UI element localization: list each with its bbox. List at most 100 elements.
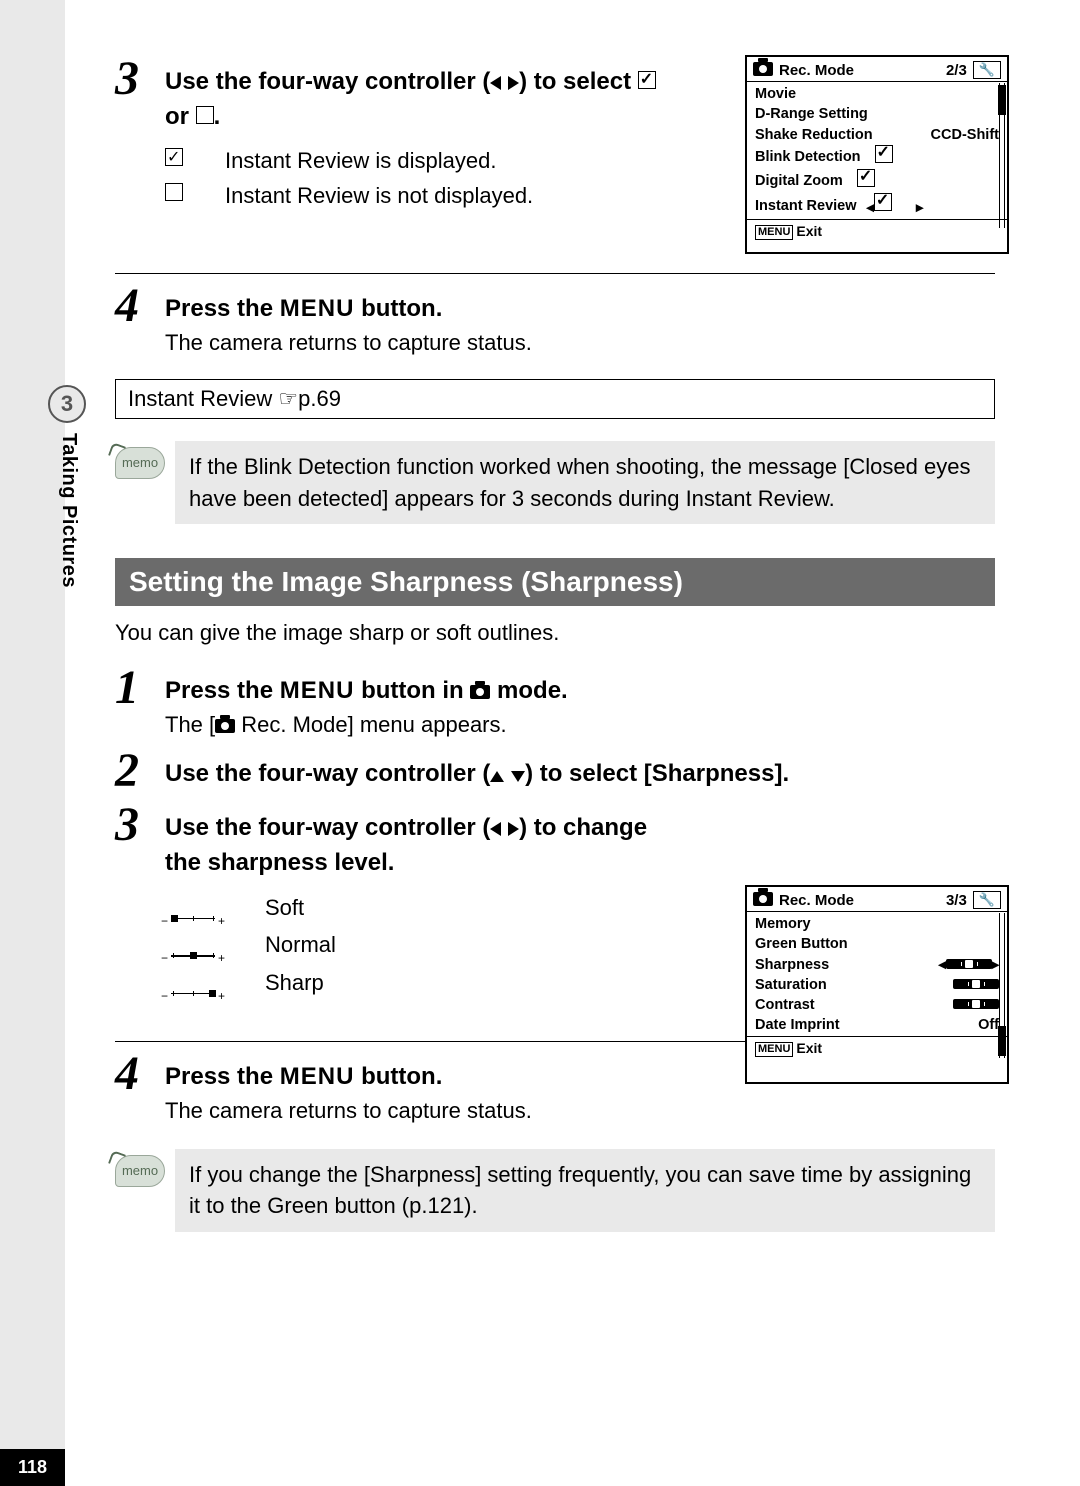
text: ) to select [519, 68, 638, 95]
menu-badge: MENU [755, 225, 793, 240]
checkbox-off-icon [165, 183, 183, 201]
menu-item: D-Range Setting [755, 104, 868, 124]
text: Press the [165, 1063, 280, 1090]
option-on: Instant Review is displayed. [165, 143, 675, 178]
step-number: 1 [115, 664, 165, 712]
divider [115, 273, 995, 274]
section-heading: Setting the Image Sharpness (Sharpness) [115, 558, 995, 606]
step-title: Use the four-way controller ( ) to chang… [165, 814, 647, 876]
tool-tab-icon: 🔧 [973, 891, 1001, 909]
triangle-left-icon [490, 76, 501, 90]
level-label: Normal [265, 926, 336, 963]
memo-text: If you change the [Sharpness] setting fr… [175, 1149, 995, 1233]
menu-item: Green Button [755, 934, 848, 954]
checkbox-on-icon [857, 169, 875, 187]
checkbox-on-icon [874, 193, 892, 211]
text: Rec. Mode] menu appears. [235, 712, 506, 737]
step-title: Press the MENU button. [165, 1063, 442, 1090]
camera-icon [753, 892, 773, 906]
memo-icon: memo [115, 447, 165, 479]
chapter-tab: 3 Taking Pictures [65, 385, 100, 705]
memo-block: memo If you change the [Sharpness] setti… [115, 1149, 995, 1233]
exit-label: Exit [796, 1040, 822, 1056]
text: Use the four-way controller ( [165, 760, 490, 787]
level-sharp: −+ Sharp [165, 964, 675, 1001]
tool-tab-icon: 🔧 [973, 61, 1001, 79]
step-description: The [ Rec. Mode] menu appears. [165, 709, 995, 741]
checkbox-on-icon [638, 71, 656, 89]
menu-badge: MENU [755, 1042, 793, 1057]
menu-item: Contrast [755, 995, 815, 1015]
upper-step-4: 4 Press the MENU button. The camera retu… [115, 282, 995, 359]
memo-block: memo If the Blink Detection function wor… [115, 441, 995, 525]
cross-reference-box: Instant Review ☞p.69 [115, 379, 995, 419]
checkbox-on-icon [165, 148, 183, 166]
screen-title: Rec. Mode [779, 62, 854, 79]
chapter-number-circle: 3 [48, 385, 86, 423]
triangle-up-icon [490, 771, 504, 782]
triangle-right-icon [508, 822, 519, 836]
menu-word: MENU [280, 1063, 355, 1090]
step-number: 4 [115, 1050, 165, 1098]
menu-item: Blink Detection [755, 147, 861, 167]
menu-word: MENU [280, 677, 355, 704]
camera-screen-rec-mode-2: Rec. Mode 2/3 🔧 Movie D-Range Setting Sh… [745, 55, 1009, 254]
level-label: Sharp [265, 964, 324, 1001]
screen-title: Rec. Mode [779, 892, 854, 909]
camera-icon [215, 719, 235, 733]
camera-screen-rec-mode-3: Rec. Mode 3/3 🔧 Memory Green Button Shar… [745, 885, 1009, 1084]
option-text: Instant Review is not displayed. [225, 178, 533, 213]
text: The [ [165, 712, 215, 737]
camera-icon [470, 685, 490, 699]
chapter-title: Taking Pictures [57, 433, 80, 588]
text: Use the four-way controller ( [165, 814, 490, 841]
camera-icon [753, 62, 773, 76]
text: button. [354, 1063, 442, 1090]
menu-word: MENU [280, 295, 355, 322]
menu-item: Saturation [755, 975, 827, 995]
text: . [214, 103, 221, 130]
step-number: 3 [115, 801, 165, 849]
screen-page: 3/3 [946, 892, 967, 909]
step-title: Use the four-way controller ( ) to selec… [165, 760, 789, 787]
slider-icon [953, 979, 999, 989]
level-label: Soft [265, 889, 304, 926]
menu-item: Movie [755, 84, 796, 104]
text: mode. [490, 677, 567, 704]
level-soft: −+ Soft [165, 889, 675, 926]
screen-page: 2/3 [946, 62, 967, 79]
menu-value: CCD-Shift [931, 125, 999, 145]
lower-step-1: 1 Press the MENU button in mode. The [ R… [115, 664, 995, 741]
memo-text: If the Blink Detection function worked w… [175, 441, 995, 525]
step-number: 3 [115, 55, 165, 103]
memo-icon: memo [115, 1155, 165, 1187]
lower-step-2: 2 Use the four-way controller ( ) to sel… [115, 747, 995, 795]
text: button in [354, 677, 470, 704]
checkbox-on-icon [875, 145, 893, 163]
text: button. [354, 295, 442, 322]
triangle-left-icon [490, 822, 501, 836]
page-content: 3 Use the four-way controller ( ) to sel… [115, 55, 995, 1232]
menu-item-selected: Instant Review [755, 196, 857, 216]
page-number: 118 [0, 1449, 65, 1486]
slider-icon [946, 959, 992, 969]
text: Press the [165, 677, 280, 704]
text: ) to select [Sharpness]. [525, 760, 789, 787]
text: Use the four-way controller ( [165, 68, 490, 95]
exit-label: Exit [796, 223, 822, 239]
section-intro: You can give the image sharp or soft out… [115, 620, 995, 646]
option-off: Instant Review is not displayed. [165, 178, 675, 213]
manual-page: 3 Taking Pictures 3 Use the four-way con… [0, 0, 1080, 1486]
menu-item: Date Imprint [755, 1015, 840, 1035]
checkbox-off-icon [196, 106, 214, 124]
step-number: 4 [115, 282, 165, 330]
menu-item: Shake Reduction [755, 125, 873, 145]
slider-icon [953, 999, 999, 1009]
menu-item: Digital Zoom [755, 171, 843, 191]
step-description: The camera returns to capture status. [165, 327, 995, 359]
step-title: Use the four-way controller ( ) to selec… [165, 68, 656, 130]
menu-item-selected: Sharpness [755, 955, 829, 975]
menu-item: Memory [755, 914, 811, 934]
menu-value: Off [978, 1015, 999, 1035]
step-title: Press the MENU button in mode. [165, 677, 568, 704]
